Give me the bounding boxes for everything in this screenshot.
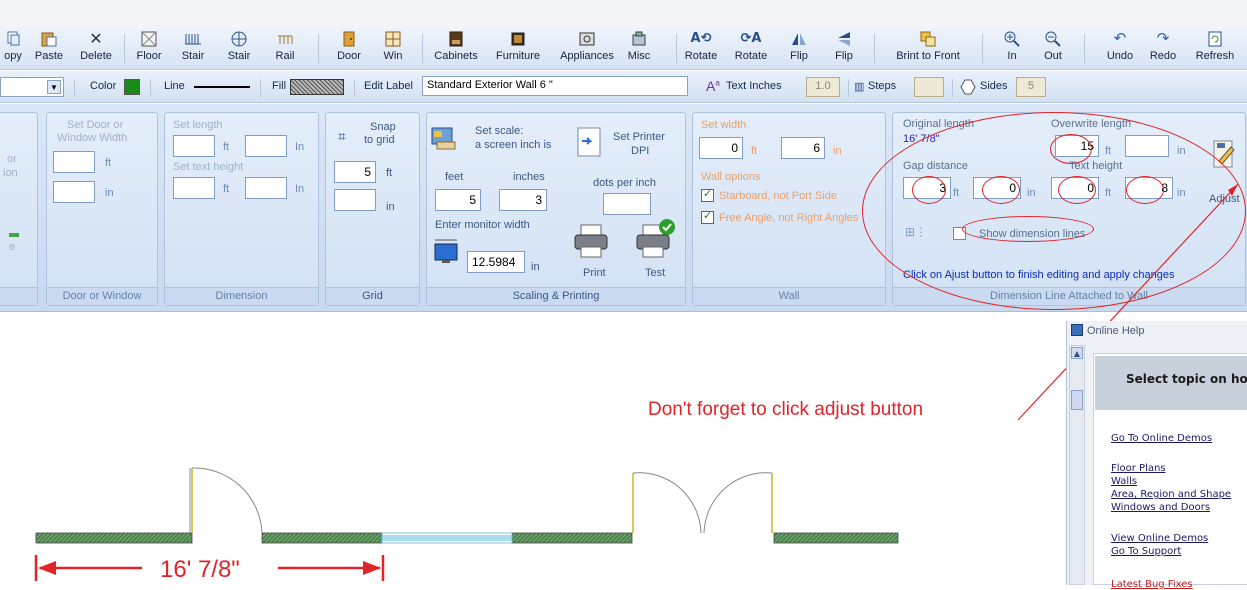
help-select-topic: Select topic on how (1126, 372, 1247, 386)
help-panel-icon (1071, 324, 1083, 336)
help-link-online-demos[interactable]: Go To Online Demos (1111, 433, 1212, 444)
help-link-view-demos[interactable]: View Online Demos (1111, 533, 1208, 544)
online-help-panel: Online Help ▲ Select topic on how Go To … (1066, 321, 1247, 590)
help-link-support[interactable]: Go To Support (1111, 546, 1181, 557)
help-link-windows-doors[interactable]: Windows and Doors (1111, 502, 1210, 513)
help-link-floor-plans[interactable]: Floor Plans (1111, 463, 1166, 474)
scroll-up-icon[interactable]: ▲ (1071, 347, 1083, 359)
help-scrollbar[interactable]: ▲ (1069, 345, 1085, 585)
help-link-area-region[interactable]: Area, Region and Shape (1111, 489, 1231, 500)
help-link-walls[interactable]: Walls (1111, 476, 1137, 487)
annotation-arrows (1017, 183, 1239, 421)
scroll-thumb[interactable] (1071, 390, 1083, 410)
help-panel-title: Online Help (1087, 325, 1145, 337)
